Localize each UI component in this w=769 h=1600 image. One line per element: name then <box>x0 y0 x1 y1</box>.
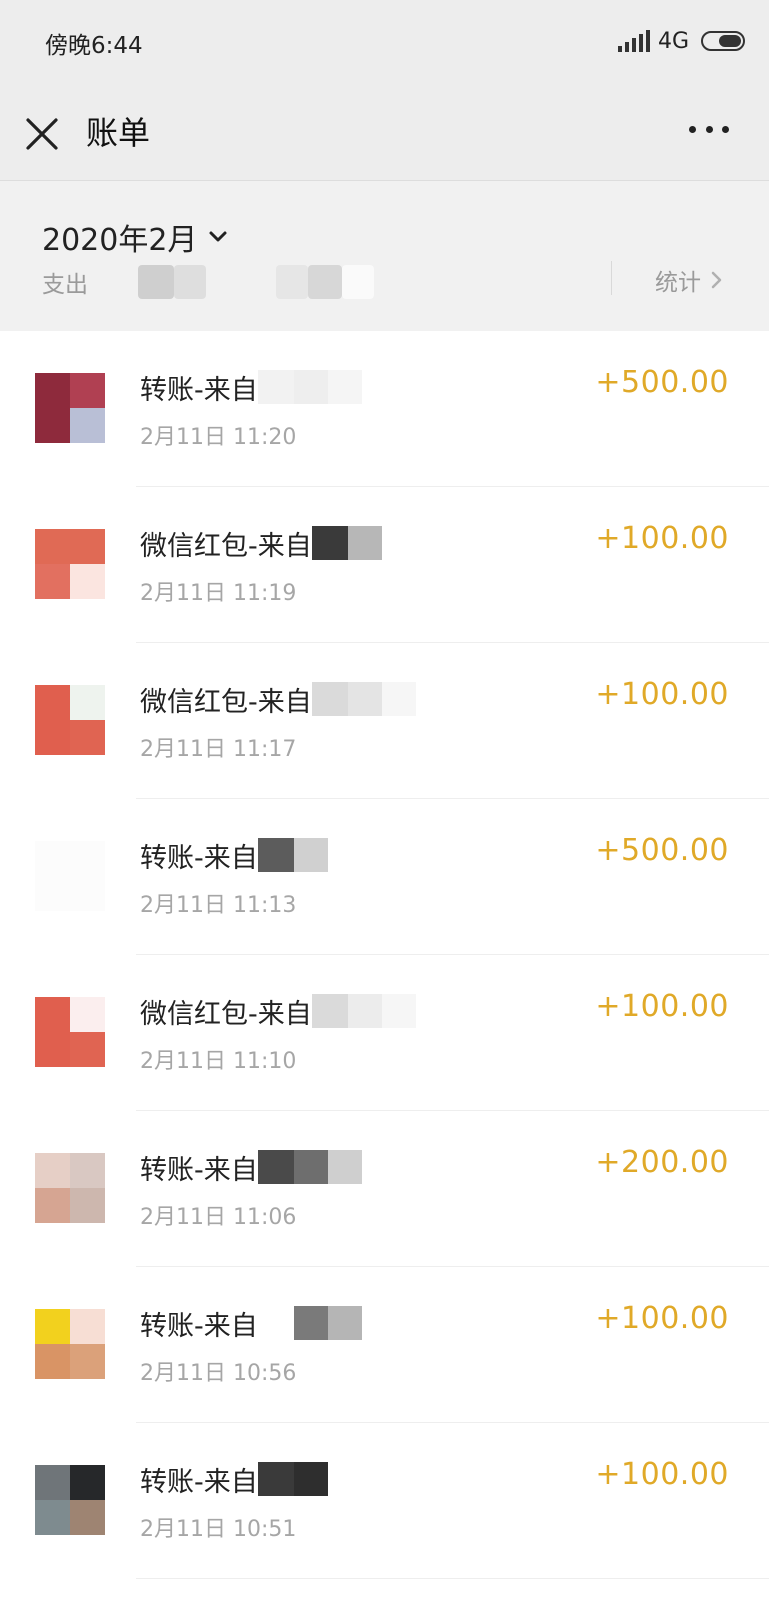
bill-item[interactable]: 转账-来自 2月11日 10:56 +100.00 <box>0 1267 769 1423</box>
redacted-name <box>257 370 362 404</box>
redacted-amount <box>138 265 374 299</box>
bill-title: 转账-来自 <box>140 1154 258 1186</box>
page-title: 账单 <box>86 114 151 152</box>
avatar <box>35 1153 105 1223</box>
avatar <box>35 1309 105 1379</box>
redacted-name <box>311 682 416 716</box>
bill-amount: +100.00 <box>595 989 729 1024</box>
more-options-icon[interactable] <box>689 126 729 136</box>
bill-amount: +200.00 <box>595 1145 729 1180</box>
bill-amount: +100.00 <box>595 677 729 712</box>
bill-amount: +500.00 <box>595 365 729 400</box>
signal-icon <box>617 30 650 52</box>
bill-item[interactable]: 微信红包-来自 2月11日 11:10 +100.00 <box>0 955 769 1111</box>
chevron-right-icon <box>711 271 722 289</box>
bill-title: 转账-来自 <box>140 842 258 874</box>
nav-bar: 账单 <box>0 84 769 181</box>
bill-title: 转账-来自 <box>140 374 258 406</box>
avatar <box>35 685 105 755</box>
bill-title-row: 转账-来自 <box>140 1459 328 1499</box>
redacted-name <box>257 1150 362 1184</box>
bill-title: 微信红包-来自 <box>140 530 312 562</box>
status-bar: 傍晚6:44 4G <box>0 0 769 84</box>
battery-icon <box>701 31 745 51</box>
stats-label: 统计 <box>655 270 701 296</box>
bill-item[interactable]: 转账-来自 2月11日 10:51 +100.00 <box>0 1423 769 1579</box>
bill-item[interactable]: 微信红包-来自 2月11日 11:17 +100.00 <box>0 643 769 799</box>
bill-title-row: 转账-来自 <box>140 1147 362 1187</box>
redacted-name <box>311 994 416 1028</box>
bill-time: 2月11日 11:20 <box>140 425 297 450</box>
bill-title-row: 转账-来自 <box>140 367 362 407</box>
divider <box>611 261 612 295</box>
network-type: 4G <box>657 28 689 54</box>
bill-item[interactable]: 转账-来自 2月11日 11:06 +200.00 <box>0 1111 769 1267</box>
bill-list: 转账-来自 2月11日 11:20 +500.00 微信红包-来自 2月11日 … <box>0 331 769 1579</box>
avatar <box>35 841 105 911</box>
bill-time: 2月11日 11:10 <box>140 1049 297 1074</box>
close-icon[interactable] <box>22 114 62 154</box>
redacted-name <box>257 838 328 872</box>
bill-item[interactable]: 微信红包-来自 2月11日 11:19 +100.00 <box>0 487 769 643</box>
chevron-down-icon <box>209 231 227 242</box>
avatar <box>35 373 105 443</box>
bill-title-row: 转账-来自 <box>140 835 328 875</box>
expense-label: 支出 <box>42 272 88 298</box>
bill-time: 2月11日 11:13 <box>140 893 297 918</box>
bill-title: 转账-来自 <box>140 1466 258 1498</box>
bill-amount: +100.00 <box>595 1457 729 1492</box>
stats-link[interactable]: 统计 <box>655 263 725 297</box>
avatar <box>35 1465 105 1535</box>
bill-title-row: 微信红包-来自 <box>140 523 382 563</box>
redacted-name <box>257 1306 362 1340</box>
bill-time: 2月11日 11:19 <box>140 581 297 606</box>
bill-title: 微信红包-来自 <box>140 998 312 1030</box>
redacted-name <box>311 526 382 560</box>
bill-time: 2月11日 10:56 <box>140 1361 297 1386</box>
bill-title-row: 微信红包-来自 <box>140 679 416 719</box>
bill-title: 转账-来自 <box>140 1310 258 1342</box>
status-indicators: 4G <box>617 26 745 56</box>
status-time: 傍晚6:44 <box>45 33 143 59</box>
bill-amount: +100.00 <box>595 521 729 556</box>
bill-time: 2月11日 11:06 <box>140 1205 297 1230</box>
month-header: 2020年2月 支出 统计 <box>0 181 769 331</box>
bill-time: 2月11日 10:51 <box>140 1517 297 1542</box>
bill-time: 2月11日 11:17 <box>140 737 297 762</box>
bill-title-row: 微信红包-来自 <box>140 991 416 1031</box>
bill-item[interactable]: 转账-来自 2月11日 11:20 +500.00 <box>0 331 769 487</box>
avatar <box>35 997 105 1067</box>
expense-summary: 支出 <box>42 265 374 299</box>
month-label: 2020年2月 <box>42 223 198 258</box>
redacted-name <box>257 1462 328 1496</box>
avatar <box>35 529 105 599</box>
bill-amount: +100.00 <box>595 1301 729 1336</box>
bill-item[interactable]: 转账-来自 2月11日 11:13 +500.00 <box>0 799 769 955</box>
bill-title: 微信红包-来自 <box>140 686 312 718</box>
month-selector[interactable]: 2020年2月 <box>42 215 229 259</box>
bill-title-row: 转账-来自 <box>140 1303 362 1343</box>
bill-amount: +500.00 <box>595 833 729 868</box>
